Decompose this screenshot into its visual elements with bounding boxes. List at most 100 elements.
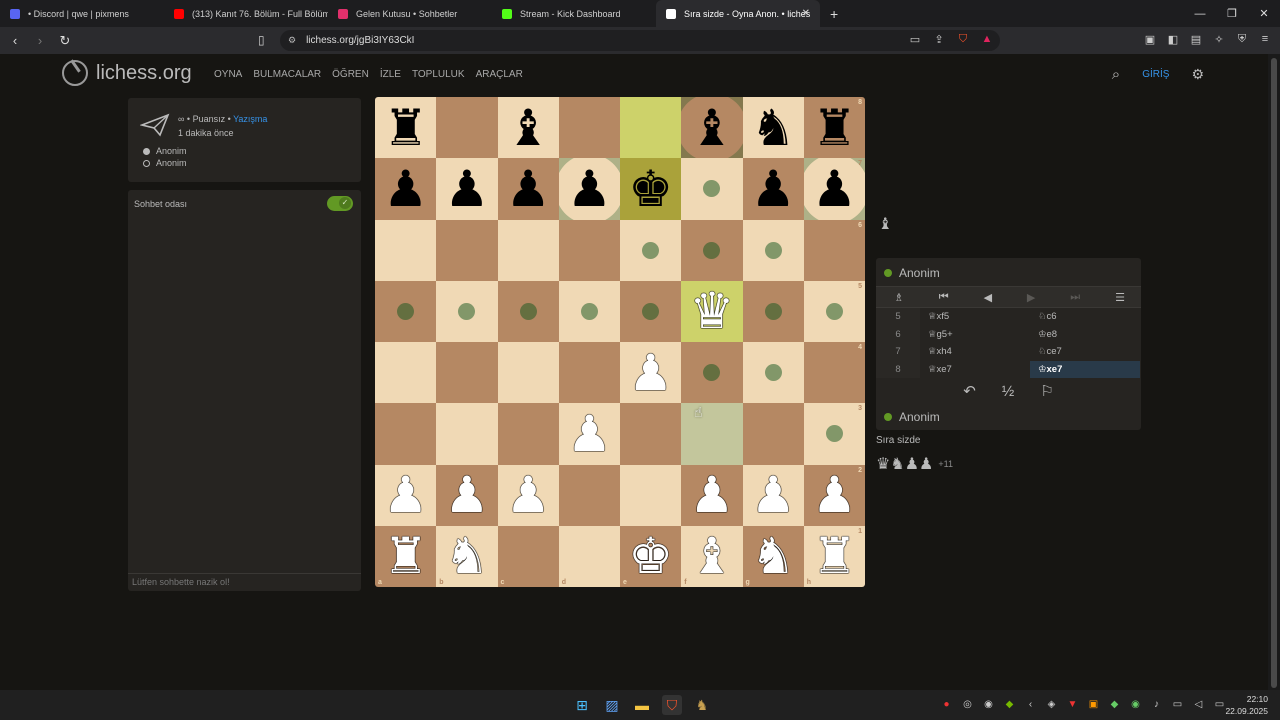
scrollbar-thumb[interactable] [1271,58,1277,688]
square-d5[interactable] [558,280,620,342]
bottom-player-name[interactable]: Anonim [899,410,940,424]
square-f5[interactable]: ♛ [681,280,743,342]
share-icon[interactable]: ⇪ [932,32,946,46]
square-f3[interactable] [681,403,743,465]
square-e8[interactable] [620,97,682,159]
brave-shield-icon[interactable]: ⛉ [956,32,970,46]
white-pawn-icon[interactable]: ♟ [383,470,428,520]
maximize-button[interactable]: ❐ [1216,0,1248,27]
chevron-up-icon[interactable]: ‹ [1024,698,1037,711]
white-pawn-icon[interactable]: ♟ [628,348,673,398]
offer-draw-button[interactable]: ½ [1002,383,1015,400]
square-h7[interactable]: ♟ 7 [803,158,865,220]
square-e7[interactable]: ♚ [620,158,682,220]
white-pawn-icon[interactable]: ♟ [444,470,489,520]
square-b8[interactable] [436,97,498,159]
top-player-name[interactable]: Anonim [899,266,940,280]
flip-board-icon[interactable]: ♗ [894,291,904,304]
legal-move-dot[interactable] [458,302,476,320]
minimize-button[interactable]: — [1184,0,1216,27]
square-a8[interactable]: ♜ [375,97,437,159]
square-d4[interactable] [558,342,620,404]
square-b6[interactable] [436,219,498,281]
square-d1[interactable]: d [558,525,620,587]
square-f6[interactable] [681,219,743,281]
square-b4[interactable] [436,342,498,404]
white-bishop-icon[interactable]: ♝ [689,531,734,581]
square-a5[interactable] [375,280,437,342]
legal-move-dot[interactable] [764,302,782,320]
white-pawn-icon[interactable]: ♟ [567,409,612,459]
square-g4[interactable] [742,342,804,404]
browser-tab[interactable]: Stream - Kick Dashboard [492,0,656,27]
menu-icon[interactable]: ≡ [1258,32,1272,46]
square-a4[interactable] [375,342,437,404]
rewards-icon[interactable]: ▲ [980,32,994,46]
square-b5[interactable] [436,280,498,342]
square-c5[interactable] [497,280,559,342]
white-move[interactable]: ♕xe7 [920,361,1030,379]
nav-item[interactable]: OYNA [214,69,242,80]
square-g7[interactable]: ♟ [742,158,804,220]
first-move-icon[interactable]: ⏮ [939,291,949,304]
square-f8[interactable]: ♝ [681,97,743,159]
clock[interactable]: 22:10 22.09.2025 [1225,693,1268,717]
tray-app-icon[interactable]: ◎ [961,698,974,711]
white-move[interactable]: ♕xh4 [920,343,1030,361]
next-move-icon[interactable]: ▶ [1027,291,1035,304]
leo-icon[interactable]: ✧ [1212,32,1226,46]
square-h4[interactable]: 4 [803,342,865,404]
legal-move-dot[interactable] [764,241,782,259]
record-icon[interactable]: ● [940,698,953,711]
square-g8[interactable]: ♞ [742,97,804,159]
nav-item[interactable]: ARAÇLAR [476,69,523,80]
site-info-icon[interactable]: ⚙ [288,35,296,46]
square-f7[interactable] [681,158,743,220]
white-rook-icon[interactable]: ♜ [383,531,428,581]
prev-move-icon[interactable]: ◀ [984,291,992,304]
nav-item[interactable]: BULMACALAR [253,69,321,80]
legal-move-dot[interactable] [764,364,782,382]
legal-move-dot[interactable] [397,302,415,320]
new-tab-button[interactable]: + [830,6,838,22]
chat-input[interactable]: Lütfen sohbette nazik ol! [128,573,361,591]
legal-move-dot[interactable] [703,241,721,259]
login-link[interactable]: GİRİŞ [1142,69,1169,80]
brave-icon[interactable]: ⛉ [662,695,682,715]
square-f1[interactable]: ♝ f [681,525,743,587]
square-h3[interactable]: 3 [803,403,865,465]
tray-icon-3[interactable]: ▼ [1066,698,1079,711]
legal-move-dot[interactable] [825,302,843,320]
settings-icon[interactable]: ⚙ [1191,66,1204,83]
square-b3[interactable] [436,403,498,465]
black-move[interactable]: ♘c6 [1030,308,1140,326]
sidebar-icon[interactable]: ◧ [1166,32,1180,46]
square-e6[interactable] [620,219,682,281]
game-icon[interactable]: ♞ [692,695,712,715]
square-f2[interactable]: ♟ [681,464,743,526]
network-icon[interactable]: ▭ [1171,698,1184,711]
takeback-icon[interactable]: ↶ [963,382,976,400]
search-icon[interactable]: ⌕ [1112,66,1120,83]
file-explorer-icon[interactable]: ▬ [632,695,652,715]
nav-item[interactable]: ÖĞREN [332,69,369,80]
square-c8[interactable]: ♝ [497,97,559,159]
close-tab-icon[interactable]: ✕ [802,8,810,19]
battery-icon[interactable]: ▭ [1213,698,1226,711]
square-a6[interactable] [375,219,437,281]
square-g6[interactable] [742,219,804,281]
legal-move-dot[interactable] [642,241,660,259]
media-icon[interactable]: ▣ [1143,32,1157,46]
menu-icon[interactable]: ☰ [1115,291,1125,304]
square-g3[interactable] [742,403,804,465]
white-king-icon[interactable]: ♚ [628,531,673,581]
back-icon[interactable]: ‹ [5,31,25,51]
white-pawn-icon[interactable]: ♟ [689,470,734,520]
square-e1[interactable]: ♚ e [620,525,682,587]
square-d2[interactable] [558,464,620,526]
vpn-icon[interactable]: ⛨ [1235,32,1249,46]
tray-icon-6[interactable]: ◉ [1129,698,1142,711]
browser-tab[interactable]: (313) Kanıt 76. Bölüm - Full Bölüm - Y [164,0,328,27]
chess-board[interactable]: ♜ ♝ ♝ ♞ ♜ 8 ♟ ♟ ♟ ♟ ♚ ♟ ♟ 7 6 ♛ 5 ♟ 4 ♟ 3 ♟ ♟ ♟ ♟ ♟ ♟ 2 ♜ a ♞ b c d ♚ e ♝ f ♞ g… [375,97,865,587]
square-h6[interactable]: 6 [803,219,865,281]
